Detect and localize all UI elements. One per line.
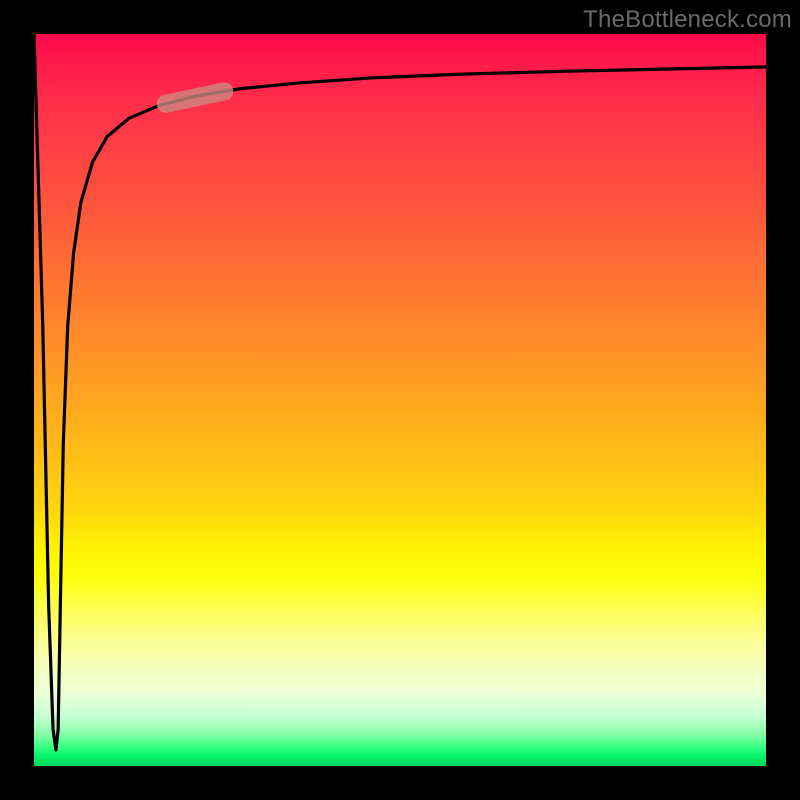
bottleneck-curve bbox=[34, 34, 766, 750]
plot-area bbox=[34, 34, 766, 766]
series-marker bbox=[166, 91, 225, 103]
watermark-text: TheBottleneck.com bbox=[583, 6, 792, 34]
curve-layer bbox=[34, 34, 766, 766]
chart-stage: TheBottleneck.com bbox=[0, 0, 800, 800]
